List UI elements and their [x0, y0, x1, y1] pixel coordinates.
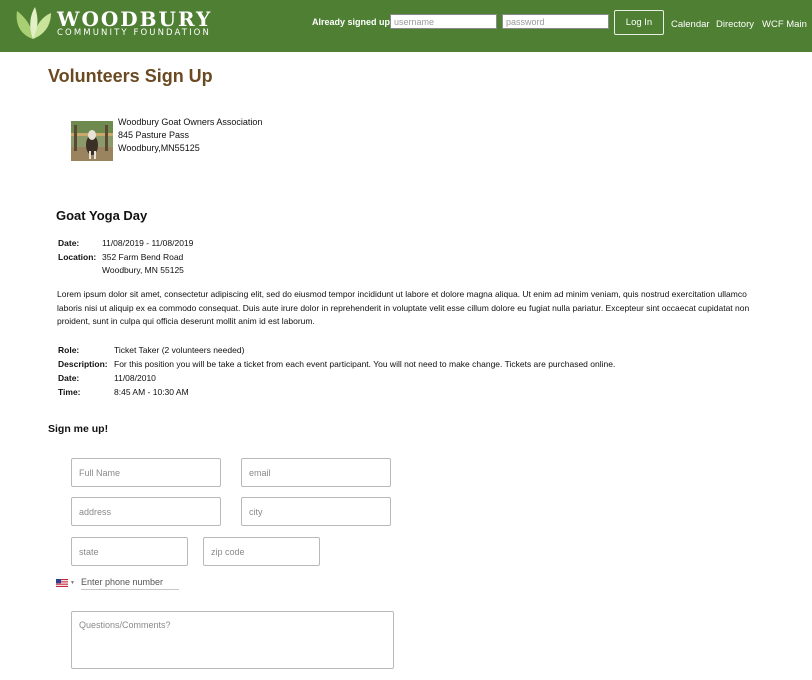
event-location-label: Location:: [58, 252, 97, 262]
leaf-logo-icon: [16, 7, 51, 39]
login-button[interactable]: Log In: [614, 10, 664, 35]
event-location-line2: Woodbury, MN 55125: [102, 265, 184, 275]
email-field[interactable]: [241, 458, 391, 487]
role-time-label: Time:: [58, 387, 81, 397]
city-field[interactable]: [241, 497, 391, 526]
signin-label: Already signed up?: [312, 17, 396, 27]
signup-heading: Sign me up!: [48, 423, 109, 435]
country-dropdown-caret-icon[interactable]: ▼: [70, 580, 75, 586]
top-header-bar: WOODBURY COMMUNITY FOUNDATION Already si…: [0, 0, 812, 52]
page-title: Volunteers Sign Up: [48, 66, 213, 86]
event-title: Goat Yoga Day: [56, 208, 148, 223]
role-label: Role:: [58, 345, 80, 355]
role-description-value: For this position you will be take a tic…: [114, 359, 616, 369]
us-flag-icon[interactable]: [56, 579, 68, 587]
username-input[interactable]: [390, 14, 497, 29]
comments-field[interactable]: [71, 611, 394, 669]
event-location-line1: 352 Farm Bend Road: [102, 252, 184, 262]
role-date-value: 11/08/2010: [114, 373, 156, 383]
zip-code-field[interactable]: [203, 537, 320, 566]
role-time-value: 8:45 AM - 10:30 AM: [114, 387, 189, 397]
address-field[interactable]: [71, 497, 221, 526]
nav-link-wcf-main[interactable]: WCF Main: [762, 19, 807, 30]
event-date-value: 11/08/2019 - 11/08/2019: [102, 238, 194, 248]
logo-subtitle: COMMUNITY FOUNDATION: [57, 28, 211, 38]
event-date-label: Date:: [58, 238, 80, 248]
full-name-field[interactable]: [71, 458, 221, 487]
organization-photo: [71, 121, 113, 161]
role-date-label: Date:: [58, 373, 80, 383]
password-input[interactable]: [502, 14, 609, 29]
nav-link-directory[interactable]: Directory: [716, 19, 754, 30]
state-field[interactable]: [71, 537, 188, 566]
organization-name: Woodbury Goat Owners Association: [118, 117, 263, 127]
role-description-label: Description:: [58, 359, 108, 369]
logo-wordmark: WOODBURY: [57, 7, 213, 31]
event-description: Lorem ipsum dolor sit amet, consectetur …: [57, 289, 750, 326]
organization-street: 845 Pasture Pass: [118, 130, 190, 140]
phone-number-field[interactable]: [81, 575, 179, 590]
nav-link-calendar[interactable]: Calendar: [671, 19, 710, 30]
organization-city: Woodbury,MN55125: [118, 143, 200, 153]
role-value: Ticket Taker (2 volunteers needed): [114, 345, 245, 355]
